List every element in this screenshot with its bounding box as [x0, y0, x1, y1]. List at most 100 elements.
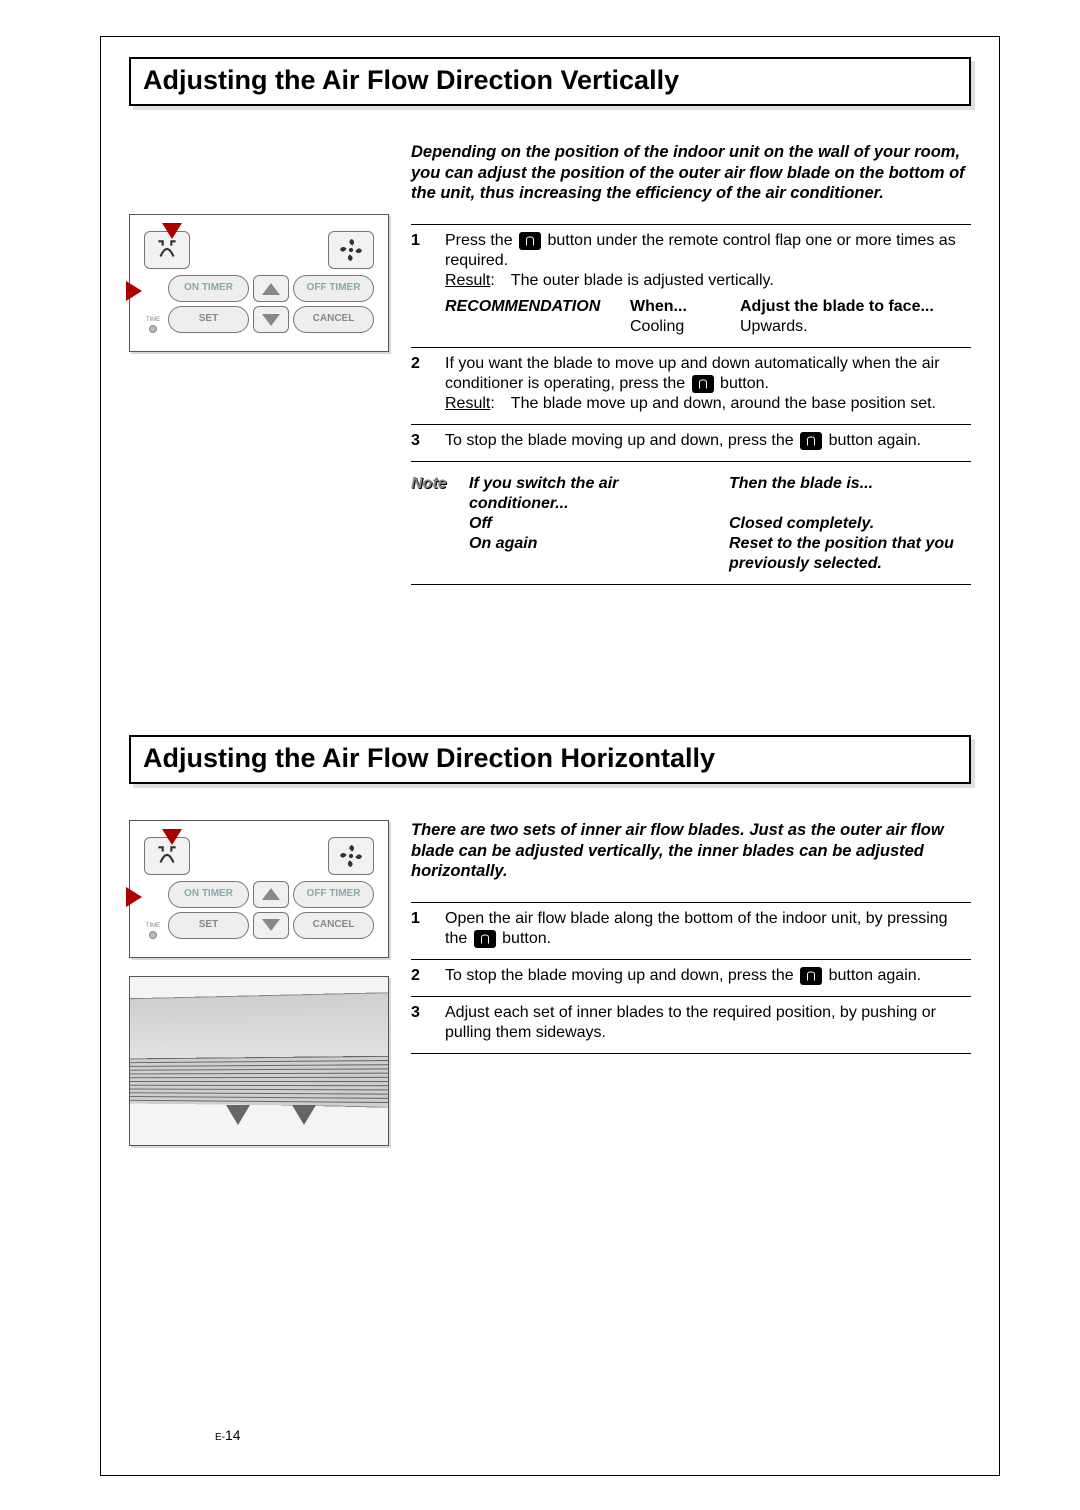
step1-result-label: Result: [445, 272, 490, 289]
s2-step3-num: 3: [411, 1003, 429, 1043]
step1-row: 1 Press the button under the remote cont…: [411, 231, 971, 337]
page-frame: Adjusting the Air Flow Direction Vertica…: [100, 36, 1000, 1476]
s2-step1-text-b: button.: [502, 930, 551, 947]
note-head-right: Then the blade is...: [729, 474, 971, 514]
airflow-arrow-icon: [226, 1105, 250, 1125]
fan-button-icon: [328, 837, 374, 875]
section2-left-col: TIME ON TIMER OFF TIMER SET: [129, 820, 389, 1146]
ac-vents-icon: [129, 1055, 389, 1107]
time-label-col: TIME: [144, 881, 162, 939]
red-arrow-marker-side: [126, 887, 142, 907]
swing-icon: [154, 237, 180, 263]
step3-text-b: button again.: [829, 432, 922, 449]
s2-step2-text-a: To stop the blade moving up and down, pr…: [445, 967, 798, 984]
remote-illustration: TIME ON TIMER OFF TIMER SET: [129, 820, 389, 958]
time-label: TIME: [146, 317, 160, 323]
divider: [411, 584, 971, 585]
set-button: SET: [168, 912, 249, 939]
section1-left-col: TIME ON TIMER OFF TIMER SET: [129, 142, 389, 585]
s2-step3-text: Adjust each set of inner blades to the r…: [445, 1003, 971, 1043]
section1-body: TIME ON TIMER OFF TIMER SET: [129, 142, 971, 585]
s2-step2-text-b: button again.: [829, 967, 922, 984]
s2-step2-row: 2 To stop the blade moving up and down, …: [411, 966, 971, 986]
section2: Adjusting the Air Flow Direction Horizon…: [129, 735, 971, 1146]
s2-step1-num: 1: [411, 909, 429, 949]
remote-illustration: TIME ON TIMER OFF TIMER SET: [129, 214, 389, 352]
s2-step1-row: 1 Open the air flow blade along the bott…: [411, 909, 971, 949]
swing-button-inline-icon: [800, 432, 822, 450]
fan-icon: [338, 237, 364, 263]
on-timer-button: ON TIMER: [168, 275, 249, 302]
fan-button-icon: [328, 231, 374, 269]
time-dot-icon: [149, 931, 157, 939]
time-dot-icon: [149, 325, 157, 333]
fan-icon: [338, 843, 364, 869]
swing-button-inline-icon: [519, 232, 541, 250]
swing-button-inline-icon: [474, 930, 496, 948]
up-arrow-icon: [262, 888, 280, 900]
page-number: E-14: [215, 1427, 241, 1443]
cancel-button: CANCEL: [293, 306, 374, 333]
section2-intro: There are two sets of inner air flow bla…: [411, 820, 971, 882]
off-timer-button: OFF TIMER: [293, 275, 374, 302]
section1-title: Adjusting the Air Flow Direction Vertica…: [143, 65, 957, 96]
note-r2-right: Reset to the position that you previousl…: [729, 534, 971, 574]
off-timer-label: OFF TIMER: [307, 283, 361, 294]
time-label: TIME: [146, 923, 160, 929]
rec-when-val: Cooling: [630, 317, 720, 337]
recommendation-label: RECOMMENDATION: [445, 297, 610, 337]
up-arrow-icon: [262, 283, 280, 295]
rec-when-head: When...: [630, 297, 720, 317]
set-label: SET: [199, 314, 218, 325]
cancel-label: CANCEL: [313, 314, 355, 325]
on-timer-button: ON TIMER: [168, 881, 249, 908]
section1-intro: Depending on the position of the indoor …: [411, 142, 971, 204]
note-head-left: If you switch the air conditioner...: [469, 474, 709, 514]
swing-button-inline-icon: [692, 375, 714, 393]
section2-right-col: There are two sets of inner air flow bla…: [411, 820, 971, 1146]
note-r1-right: Closed completely.: [729, 514, 971, 534]
step2-num: 2: [411, 354, 429, 414]
page-num-value: 14: [225, 1427, 241, 1443]
s2-step2-num: 2: [411, 966, 429, 986]
ac-unit-illustration: [129, 976, 389, 1146]
set-button: SET: [168, 306, 249, 333]
on-timer-label: ON TIMER: [184, 283, 233, 294]
step3-text-a: To stop the blade moving up and down, pr…: [445, 432, 798, 449]
time-label-col: TIME: [144, 275, 162, 333]
section1-right-col: Depending on the position of the indoor …: [411, 142, 971, 585]
on-timer-label: ON TIMER: [184, 889, 233, 900]
swing-icon: [154, 843, 180, 869]
section1-title-box: Adjusting the Air Flow Direction Vertica…: [129, 57, 971, 106]
section2-title: Adjusting the Air Flow Direction Horizon…: [143, 743, 957, 774]
rec-adj-head: Adjust the blade to face...: [740, 297, 934, 317]
down-arrow-button: [253, 912, 289, 939]
step1-text-a: Press the: [445, 232, 517, 249]
divider: [411, 1053, 971, 1054]
up-arrow-button: [253, 275, 289, 302]
off-timer-label: OFF TIMER: [307, 889, 361, 900]
red-arrow-marker-side: [126, 281, 142, 301]
set-label: SET: [199, 920, 218, 931]
step2-row: 2 If you want the blade to move up and d…: [411, 354, 971, 414]
step2-result-label: Result: [445, 395, 490, 412]
page-num-prefix: E-: [215, 1432, 225, 1443]
down-arrow-icon: [262, 314, 280, 326]
step2-text-b: button.: [720, 375, 769, 392]
step3-num: 3: [411, 431, 429, 451]
up-arrow-button: [253, 881, 289, 908]
step1-result-text: : The outer blade is adjusted vertically…: [490, 272, 773, 289]
note-label: Note: [411, 474, 455, 574]
off-timer-button: OFF TIMER: [293, 881, 374, 908]
note-block: Note If you switch the air conditioner..…: [411, 474, 971, 574]
section2-body: TIME ON TIMER OFF TIMER SET: [129, 820, 971, 1146]
cancel-label: CANCEL: [313, 920, 355, 931]
cancel-button: CANCEL: [293, 912, 374, 939]
s2-step3-row: 3 Adjust each set of inner blades to the…: [411, 1003, 971, 1043]
step1-num: 1: [411, 231, 429, 337]
red-arrow-marker-top: [162, 223, 182, 239]
swing-button-inline-icon: [800, 967, 822, 985]
note-r1-left: Off: [469, 514, 709, 534]
down-arrow-icon: [262, 919, 280, 931]
section2-title-box: Adjusting the Air Flow Direction Horizon…: [129, 735, 971, 784]
